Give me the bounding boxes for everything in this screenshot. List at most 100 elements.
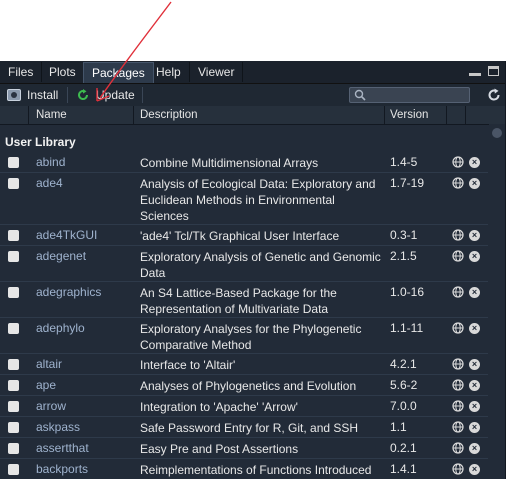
remove-package-icon[interactable]: × [469, 323, 480, 334]
package-name-link[interactable]: assertthat [36, 441, 89, 455]
package-name-link[interactable]: adegenet [36, 249, 86, 263]
table-row[interactable]: ade4 Analysis of Ecological Data: Explora… [0, 173, 488, 225]
table-row[interactable]: adegraphics An S4 Lattice-Based Package f… [0, 282, 488, 318]
package-name-link[interactable]: adephylo [36, 321, 85, 335]
package-description: Exploratory Analyses for the Phylogeneti… [140, 322, 362, 352]
remove-package-icon[interactable]: × [469, 359, 480, 370]
column-header-description[interactable]: Description [140, 106, 198, 124]
search-box[interactable] [349, 87, 470, 103]
package-description: 'ade4' Tcl/Tk Graphical User Interface [140, 229, 340, 243]
package-checkbox[interactable] [8, 251, 19, 262]
refresh-icon[interactable] [487, 88, 501, 102]
package-description: Combine Multidimensional Arrays [140, 156, 319, 170]
package-name-link[interactable]: askpass [36, 420, 80, 434]
table-row[interactable]: abind Combine Multidimensional Arrays 1.4-… [0, 152, 488, 173]
package-name-link[interactable]: arrow [36, 399, 66, 413]
remove-package-icon[interactable]: × [469, 157, 480, 168]
package-version: 1.0-16 [390, 285, 425, 299]
remove-package-icon[interactable]: × [469, 251, 480, 262]
globe-icon[interactable] [452, 358, 464, 370]
search-input[interactable] [370, 88, 466, 102]
package-checkbox[interactable] [8, 230, 19, 241]
globe-icon[interactable] [452, 400, 464, 412]
package-description: An S4 Lattice-Based Package for the Repr… [140, 286, 337, 316]
column-divider [446, 106, 447, 124]
column-header-version[interactable]: Version [390, 106, 428, 124]
package-name-link[interactable]: abind [36, 155, 65, 169]
toolbar-divider [142, 87, 143, 103]
package-checkbox[interactable] [8, 178, 19, 189]
remove-package-icon[interactable]: × [469, 464, 480, 475]
tab-help[interactable]: Help [148, 62, 190, 82]
column-divider [384, 106, 385, 124]
tab-packages[interactable]: Packages [83, 62, 154, 83]
package-checkbox[interactable] [8, 422, 19, 433]
tab-plots[interactable]: Plots [41, 62, 85, 82]
package-version: 5.6-2 [390, 378, 418, 392]
remove-package-icon[interactable]: × [469, 380, 480, 391]
search-icon [354, 89, 366, 101]
package-checkbox[interactable] [8, 323, 19, 334]
remove-package-icon[interactable]: × [469, 287, 480, 298]
column-header-name[interactable]: Name [36, 106, 67, 124]
package-checkbox[interactable] [8, 157, 19, 168]
globe-icon[interactable] [452, 421, 464, 433]
package-version: 1.4-5 [390, 155, 418, 169]
install-icon [7, 89, 21, 101]
globe-icon[interactable] [452, 442, 464, 454]
globe-icon[interactable] [452, 379, 464, 391]
update-icon [78, 89, 89, 101]
scrollbar-thumb[interactable] [492, 128, 502, 138]
remove-package-icon[interactable]: × [469, 178, 480, 189]
table-row[interactable]: adephylo Exploratory Analyses for the Phy… [0, 318, 488, 354]
package-version: 0.2.1 [390, 441, 417, 455]
minimize-icon[interactable] [469, 73, 481, 76]
table-row[interactable]: ape Analyses of Phylogenetics and Evoluti… [0, 375, 488, 396]
remove-package-icon[interactable]: × [469, 230, 480, 241]
table-row[interactable]: ade4TkGUI 'ade4' Tcl/Tk Graphical User In… [0, 225, 488, 246]
tab-files[interactable]: Files [0, 62, 43, 82]
remove-package-icon[interactable]: × [469, 401, 480, 412]
table-row[interactable]: backports Reimplementations of Functions … [0, 459, 488, 479]
maximize-icon[interactable] [488, 66, 499, 76]
table-row[interactable]: arrow Integration to 'Apache' 'Arrow' 7.0.… [0, 396, 488, 417]
table-row[interactable]: askpass Safe Password Entry for R, Git, a… [0, 417, 488, 438]
globe-icon[interactable] [452, 322, 464, 334]
table-row[interactable]: adegenet Exploratory Analysis of Genetic … [0, 246, 488, 282]
globe-icon[interactable] [452, 229, 464, 241]
package-name-link[interactable]: ade4 [36, 176, 63, 190]
remove-package-icon[interactable]: × [469, 443, 480, 454]
globe-icon[interactable] [452, 177, 464, 189]
window-controls [459, 66, 499, 80]
pane-tab-bar: Files Plots Packages Help Viewer [0, 61, 505, 84]
package-checkbox[interactable] [8, 401, 19, 412]
package-checkbox[interactable] [8, 380, 19, 391]
package-version: 0.3-1 [390, 228, 418, 242]
package-description: Interface to 'Altair' [140, 358, 236, 372]
globe-icon[interactable] [452, 286, 464, 298]
globe-icon[interactable] [452, 156, 464, 168]
section-label-user-library: User Library [5, 135, 76, 149]
package-name-link[interactable]: altair [36, 357, 62, 371]
package-name-link[interactable]: ape [36, 378, 56, 392]
table-row[interactable]: assertthat Easy Pre and Post Assertions 0.… [0, 438, 488, 459]
package-list: abind Combine Multidimensional Arrays 1.4-… [0, 152, 488, 479]
packages-pane: Files Plots Packages Help Viewer Install… [0, 61, 506, 479]
remove-package-icon[interactable]: × [469, 422, 480, 433]
package-name-link[interactable]: adegraphics [36, 285, 101, 299]
tab-viewer[interactable]: Viewer [190, 62, 244, 82]
package-description: Safe Password Entry for R, Git, and SSH [140, 421, 359, 435]
package-description: Integration to 'Apache' 'Arrow' [140, 400, 298, 414]
package-version: 4.2.1 [390, 357, 417, 371]
table-row[interactable]: altair Interface to 'Altair' 4.2.1 × [0, 354, 488, 375]
package-name-link[interactable]: backports [36, 462, 88, 476]
package-checkbox[interactable] [8, 464, 19, 475]
globe-icon[interactable] [452, 463, 464, 475]
package-checkbox[interactable] [8, 443, 19, 454]
globe-icon[interactable] [452, 250, 464, 262]
scrollbar-track[interactable] [489, 124, 505, 479]
update-label: Update [96, 88, 135, 102]
package-name-link[interactable]: ade4TkGUI [36, 228, 97, 242]
package-checkbox[interactable] [8, 287, 19, 298]
package-checkbox[interactable] [8, 359, 19, 370]
